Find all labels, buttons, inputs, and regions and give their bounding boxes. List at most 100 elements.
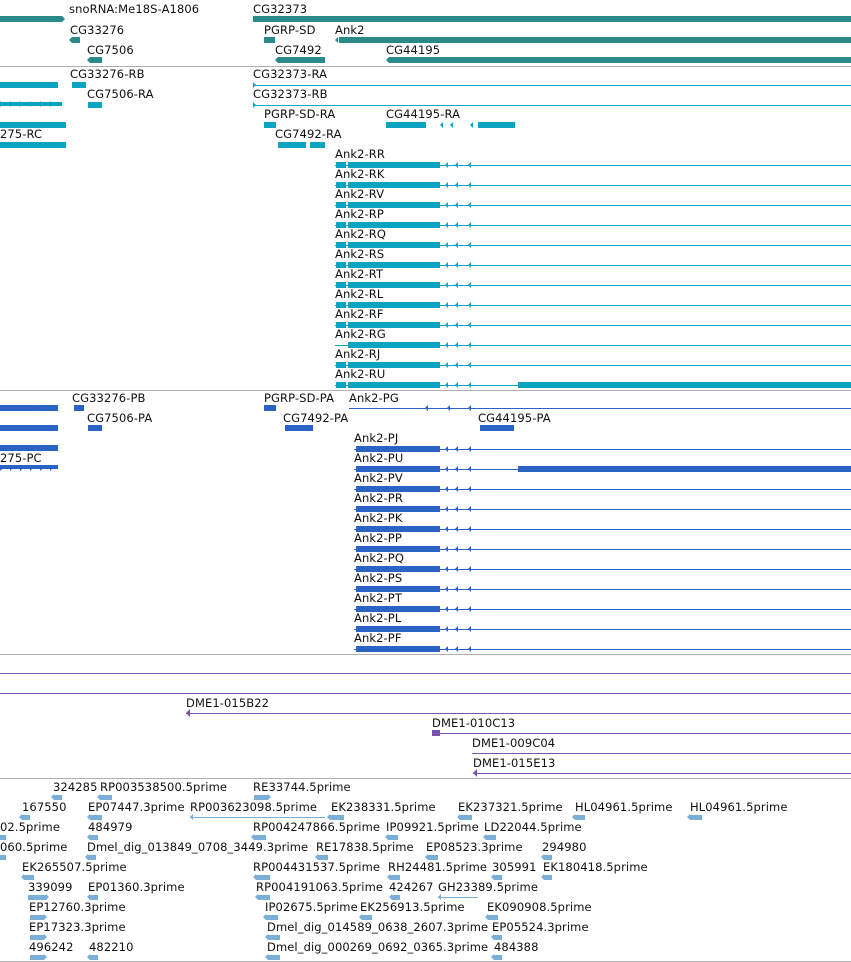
feature-label[interactable]: CG7492-RA: [275, 128, 342, 140]
feature-label[interactable]: EK238331.5prime: [331, 801, 436, 813]
feature-label[interactable]: RH24481.5prime: [388, 861, 487, 873]
exon-block[interactable]: [278, 57, 325, 63]
exon-block[interactable]: [544, 875, 552, 880]
exon-block[interactable]: [480, 425, 514, 431]
feature-label[interactable]: 496242: [29, 941, 74, 953]
feature-label[interactable]: Dmel_dig_014589_0638_2607.3prime: [267, 921, 488, 933]
feature-label[interactable]: EP05524.3prime: [492, 921, 589, 933]
exon-block[interactable]: [264, 405, 276, 411]
feature-label[interactable]: snoRNA:Me18S-A1806: [69, 3, 199, 15]
feature-label[interactable]: Ank2: [335, 24, 365, 36]
exon-block[interactable]: [30, 955, 44, 960]
feature-label[interactable]: PGRP-SD-RA: [264, 108, 335, 120]
feature-label[interactable]: 02.5prime: [0, 821, 60, 833]
exon-block[interactable]: [386, 122, 426, 128]
feature-label[interactable]: RP004191063.5prime: [256, 881, 383, 893]
feature-label[interactable]: Ank2-PJ: [354, 432, 398, 444]
exon-block[interactable]: [90, 57, 102, 63]
feature-label[interactable]: CG44195: [386, 44, 440, 56]
feature-label[interactable]: RP004247866.5prime: [253, 821, 380, 833]
exon-block[interactable]: [72, 82, 86, 88]
feature-label[interactable]: Ank2-PK: [354, 512, 402, 524]
feature-label[interactable]: 167550: [22, 801, 67, 813]
feature-label[interactable]: Ank2-PG: [349, 392, 399, 404]
feature-label[interactable]: CG33276: [70, 24, 124, 36]
feature-label[interactable]: RP003538500.5prime: [100, 781, 227, 793]
feature-label[interactable]: DME1-010C13: [432, 717, 515, 729]
feature-label[interactable]: PGRP-SD-PA: [264, 392, 334, 404]
exon-block[interactable]: [518, 382, 851, 388]
feature-label[interactable]: CG44195-PA: [478, 412, 551, 424]
feature-label[interactable]: 060.5prime: [0, 841, 67, 853]
feature-label[interactable]: Ank2-PL: [354, 612, 401, 624]
feature-label[interactable]: Dmel_dig_013849_0708_3449.3prime: [87, 841, 308, 853]
feature-label[interactable]: EK090908.5prime: [487, 901, 592, 913]
feature-label[interactable]: RP004431537.5prime: [253, 861, 380, 873]
feature-label[interactable]: 275-PC: [0, 452, 42, 464]
feature-label[interactable]: Ank2-RR: [335, 148, 385, 160]
feature-label[interactable]: Ank2-RJ: [335, 348, 380, 360]
exon-block[interactable]: [0, 16, 62, 22]
feature-label[interactable]: 339099: [28, 881, 73, 893]
feature-label[interactable]: RP003623098.5prime: [190, 801, 317, 813]
feature-label[interactable]: CG32373-RA: [253, 68, 327, 80]
feature-label[interactable]: Ank2-PR: [354, 492, 403, 504]
feature-label[interactable]: EP07447.3prime: [88, 801, 185, 813]
feature-label[interactable]: Ank2-PV: [354, 472, 403, 484]
exon-block[interactable]: [432, 730, 440, 736]
exon-block[interactable]: [494, 955, 502, 960]
feature-label[interactable]: Ank2-PT: [354, 592, 402, 604]
exon-block[interactable]: [72, 37, 80, 43]
feature-label[interactable]: LD22044.5prime: [484, 821, 582, 833]
feature-label[interactable]: IP02675.5prime: [265, 901, 358, 913]
exon-block[interactable]: [90, 955, 98, 960]
feature-label[interactable]: Ank2-RL: [335, 288, 383, 300]
exon-block[interactable]: [518, 466, 851, 472]
feature-label[interactable]: 482210: [89, 941, 134, 953]
exon-block[interactable]: [478, 122, 515, 128]
exon-block[interactable]: [336, 382, 346, 388]
feature-label[interactable]: Ank2-RG: [335, 328, 386, 340]
exon-block[interactable]: [285, 425, 313, 431]
feature-label[interactable]: CG33276-RB: [70, 68, 145, 80]
feature-label[interactable]: CG7492-PA: [283, 412, 348, 424]
exon-block[interactable]: [348, 382, 440, 388]
feature-label[interactable]: 324285: [53, 781, 98, 793]
feature-label[interactable]: RE33744.5prime: [253, 781, 351, 793]
feature-label[interactable]: EP08523.3prime: [426, 841, 523, 853]
exon-block[interactable]: [278, 142, 306, 148]
feature-label[interactable]: HL04961.5prime: [575, 801, 673, 813]
feature-label[interactable]: GH23389.5prime: [438, 881, 538, 893]
exon-block[interactable]: [310, 142, 325, 148]
feature-label[interactable]: Dmel_dig_000269_0692_0365.3prime: [267, 941, 488, 953]
feature-label[interactable]: CG32373: [253, 3, 307, 15]
feature-label[interactable]: Ank2-PS: [354, 572, 402, 584]
feature-label[interactable]: CG32373-RB: [253, 88, 328, 100]
feature-label[interactable]: Ank2-RV: [335, 188, 384, 200]
feature-label[interactable]: Ank2-RS: [335, 248, 384, 260]
feature-label[interactable]: Ank2-PF: [354, 632, 402, 644]
feature-label[interactable]: 484979: [88, 821, 133, 833]
feature-label[interactable]: 275-RC: [0, 128, 42, 140]
feature-label[interactable]: EP17323.3prime: [29, 921, 126, 933]
feature-label[interactable]: IP09921.5prime: [386, 821, 479, 833]
exon-block[interactable]: [0, 82, 58, 88]
feature-label[interactable]: 305991: [492, 861, 537, 873]
feature-label[interactable]: Ank2-RP: [335, 208, 384, 220]
exon-block[interactable]: [88, 425, 102, 431]
feature-label[interactable]: EK256913.5prime: [360, 901, 465, 913]
feature-label[interactable]: DME1-015B22: [186, 697, 269, 709]
feature-label[interactable]: Ank2-RT: [335, 268, 383, 280]
exon-block[interactable]: [356, 646, 440, 652]
feature-label[interactable]: HL04961.5prime: [690, 801, 788, 813]
feature-label[interactable]: 484388: [494, 941, 539, 953]
feature-label[interactable]: Ank2-PP: [354, 532, 402, 544]
feature-label[interactable]: Ank2-PQ: [354, 552, 404, 564]
exon-block[interactable]: [264, 37, 275, 43]
feature-label[interactable]: CG7506-RA: [87, 88, 154, 100]
feature-label[interactable]: Ank2-RQ: [335, 228, 386, 240]
feature-label[interactable]: EK265507.5prime: [22, 861, 127, 873]
feature-label[interactable]: RE17838.5prime: [316, 841, 414, 853]
feature-label[interactable]: EP12760.3prime: [29, 901, 126, 913]
feature-label[interactable]: EP01360.3prime: [88, 881, 185, 893]
